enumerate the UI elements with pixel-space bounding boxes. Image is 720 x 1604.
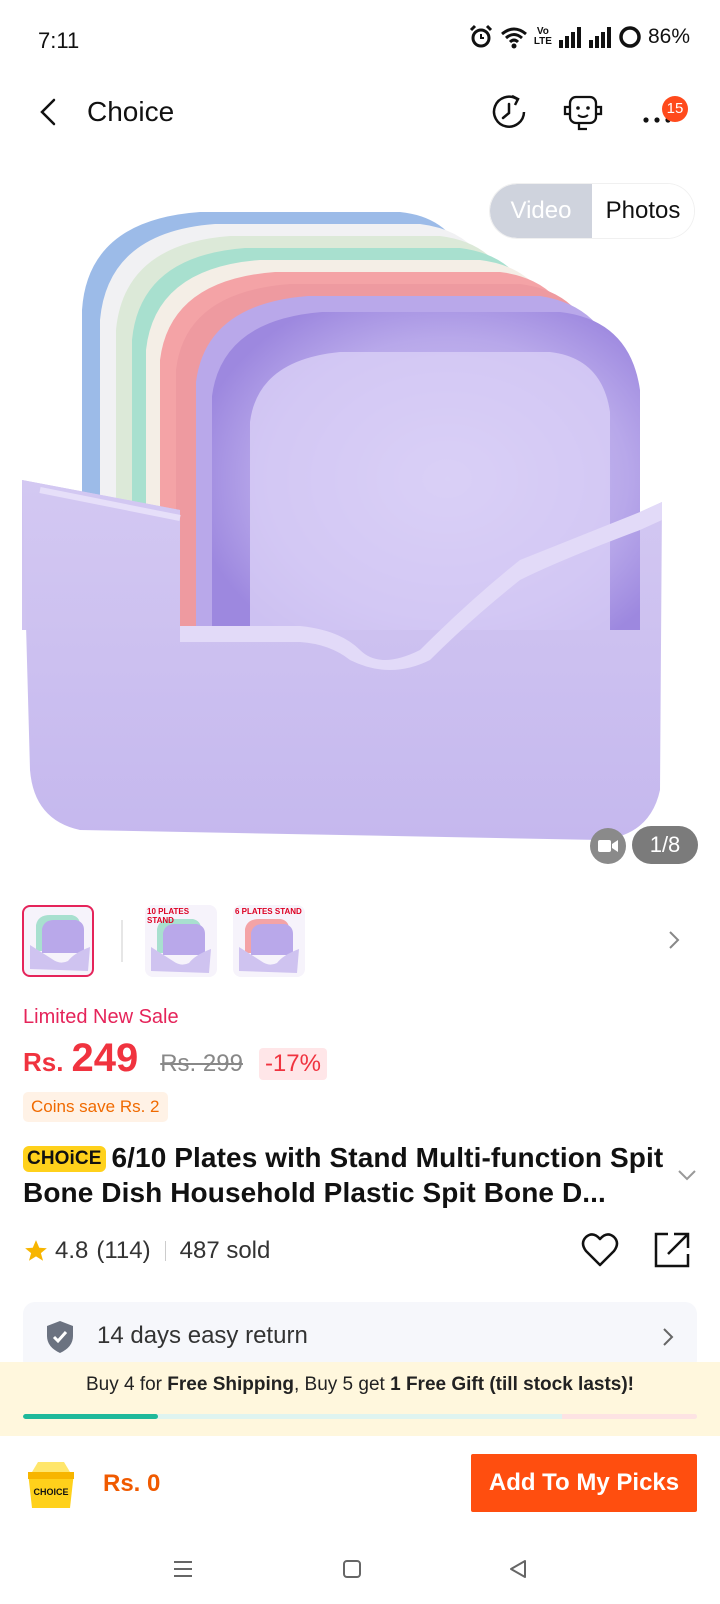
chevron-down-icon[interactable] — [676, 1168, 698, 1182]
chat-bot-button[interactable] — [561, 90, 605, 134]
price-row: Rs. 249 Rs. 299 -17% — [23, 1036, 327, 1088]
top-header: Choice 15 — [0, 80, 720, 144]
alarm-icon — [469, 24, 492, 48]
current-price: 249 — [71, 1036, 139, 1080]
photos-tab[interactable]: Photos — [592, 184, 694, 238]
thumbnail-divider — [121, 920, 123, 962]
page-title: Choice — [87, 96, 175, 127]
chevron-left-icon — [40, 98, 56, 126]
battery-icon — [619, 26, 641, 48]
rating-score: 4.8 — [55, 1237, 89, 1264]
back-triangle-icon[interactable] — [503, 1554, 533, 1584]
home-square-icon[interactable] — [337, 1554, 367, 1584]
status-icons: Vo LTE 86% — [468, 24, 690, 50]
signal-icon-2 — [588, 27, 611, 48]
sold-count: 487 sold — [179, 1237, 271, 1264]
promo-progress-tail — [562, 1414, 697, 1419]
promo-banner[interactable]: Buy 4 for Free Shipping, Buy 5 get 1 Fre… — [0, 1362, 720, 1436]
volte-icon: Vo LTE — [533, 26, 552, 47]
robot-icon — [563, 95, 603, 131]
promo-progress-bar — [23, 1414, 697, 1419]
choice-cart-button[interactable]: CHOICE — [22, 1458, 80, 1516]
cart-label: CHOICE — [33, 1487, 68, 1497]
currency: Rs. — [23, 1047, 64, 1077]
promo-text: Buy 4 for Free Shipping, Buy 5 get 1 Fre… — [85, 1374, 635, 1395]
discount-badge: -17% — [258, 1048, 327, 1080]
battery-percent: 86% — [647, 25, 690, 48]
media-toggle: Video Photos — [490, 184, 694, 238]
return-policy-text: 14 days easy return — [97, 1322, 308, 1349]
coins-badge: Coins save Rs. 2 — [23, 1092, 168, 1122]
video-tab[interactable]: Video — [490, 184, 592, 238]
system-nav-bar — [0, 1540, 720, 1604]
thumbnail-1[interactable] — [22, 905, 94, 977]
chevron-right-icon — [663, 1328, 674, 1346]
add-to-my-picks-button[interactable]: Add To My Picks — [471, 1454, 697, 1512]
history-icon — [492, 94, 526, 128]
back-button[interactable] — [30, 92, 70, 132]
promo-progress-fill — [23, 1414, 158, 1419]
cart-icon: CHOICE — [28, 1462, 74, 1508]
status-bar: 7:11 Vo LTE 86% — [0, 0, 720, 80]
rating-row[interactable]: 4.8 (114) 487 sold — [23, 1234, 270, 1268]
thumbnail-3[interactable]: 6 PLATES STAND — [233, 905, 305, 977]
video-indicator[interactable] — [590, 828, 626, 864]
notification-badge: 15 — [662, 96, 688, 122]
star-icon — [25, 1240, 47, 1261]
heart-icon[interactable] — [580, 1230, 620, 1270]
thumbnail-image — [30, 915, 90, 971]
wifi-icon — [500, 27, 527, 49]
rating-count: (114) — [96, 1237, 151, 1264]
history-button[interactable] — [487, 90, 531, 134]
more-button[interactable]: 15 — [636, 90, 700, 134]
thumbnail-2[interactable]: 10 PLATES STAND — [145, 905, 217, 977]
shield-check-icon — [47, 1321, 73, 1353]
product-title[interactable]: CHOiCE 6/10 Plates with Stand Multi-funct… — [23, 1140, 673, 1210]
thumbnail-tag: 6 PLATES STAND — [235, 907, 302, 916]
share-icon[interactable] — [652, 1230, 692, 1270]
choice-tag: CHOiCE — [23, 1146, 106, 1172]
product-page: 7:11 Vo LTE 86% Choice 15 Video Photos 1… — [0, 0, 720, 1604]
plates-stand-illustration — [22, 212, 662, 840]
total-price: Rs. 0 — [103, 1470, 161, 1497]
divider — [164, 1241, 166, 1261]
signal-icon — [558, 27, 581, 48]
thumbnail-tag: 10 PLATES STAND — [147, 907, 190, 925]
video-camera-icon — [598, 840, 618, 852]
menu-icon[interactable] — [168, 1554, 198, 1584]
product-image[interactable]: Video Photos 1/8 — [0, 160, 720, 880]
image-counter: 1/8 — [632, 826, 698, 864]
thumbnail-strip: 10 PLATES STAND 6 PLATES STAND — [0, 900, 720, 980]
product-title-text: 6/10 Plates with Stand Multi-function Sp… — [23, 1142, 664, 1208]
original-price: Rs. 299 — [160, 1050, 243, 1077]
sale-label: Limited New Sale — [23, 1006, 179, 1028]
chevron-right-icon[interactable] — [664, 928, 684, 952]
bottom-action-bar: CHOICE Rs. 0 Add To My Picks — [0, 1436, 720, 1536]
status-time: 7:11 — [38, 28, 80, 53]
